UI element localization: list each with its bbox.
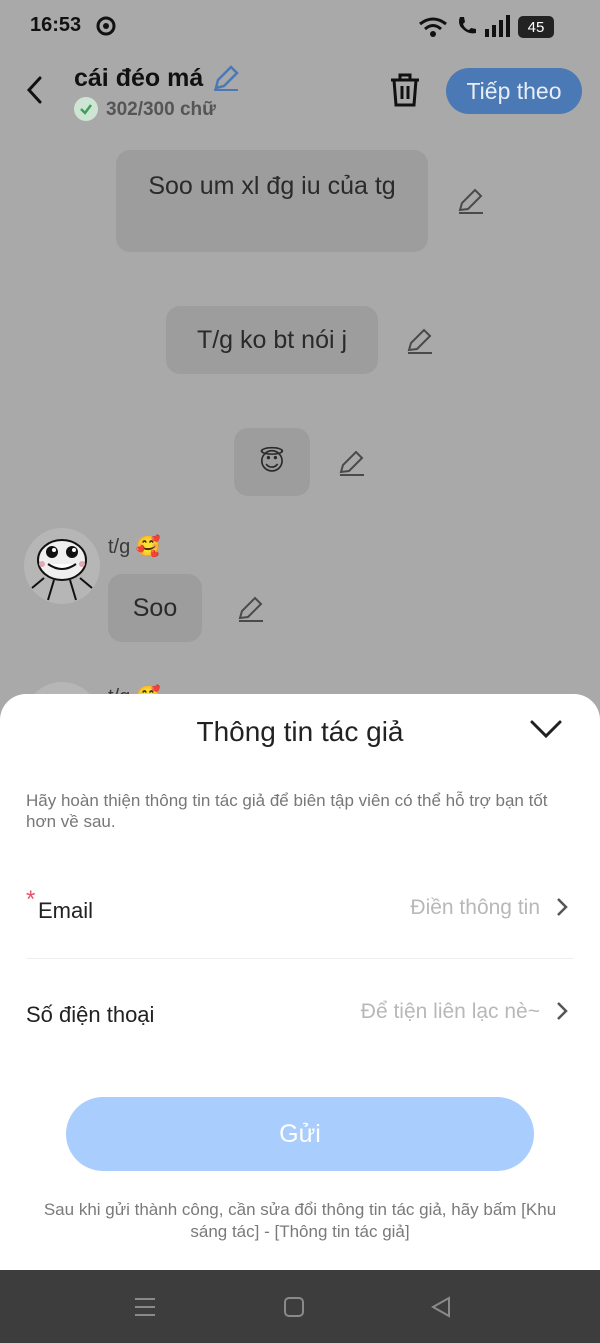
trash-icon[interactable] — [388, 72, 422, 108]
message-text: Soo — [132, 593, 178, 622]
divider — [26, 958, 574, 959]
edit-message-icon[interactable] — [236, 594, 266, 624]
menu-icon[interactable] — [134, 1296, 156, 1318]
story-title[interactable]: cái đéo má — [74, 64, 203, 93]
home-icon[interactable] — [283, 1296, 305, 1318]
back-nav-icon[interactable] — [430, 1296, 452, 1318]
email-label: Email — [38, 898, 94, 923]
required-mark: * — [26, 886, 36, 913]
email-placeholder[interactable]: Điền thông tin — [410, 896, 540, 920]
chevron-right-icon — [557, 898, 568, 916]
message-text: Soo um xl đg iu của tg — [148, 172, 396, 200]
author-name: t/g 🥰 — [108, 536, 161, 558]
edit-message-icon[interactable] — [337, 448, 367, 478]
back-icon[interactable] — [22, 72, 52, 108]
message-bubble[interactable]: 😇 — [234, 428, 310, 496]
check-icon — [74, 97, 98, 121]
sheet-hint: Hãy hoàn thiện thông tin tác giả để biên… — [26, 791, 548, 831]
word-count: 302/300 chữ — [106, 99, 216, 120]
wifi-icon — [419, 17, 447, 37]
edit-message-icon[interactable] — [456, 186, 486, 216]
story-title-text: cái đéo má — [74, 64, 204, 92]
sheet-title: Thông tin tác giả — [196, 716, 404, 747]
message-bubble[interactable]: T/g ko bt nói j — [166, 306, 378, 374]
phone-placeholder[interactable]: Để tiện liên lạc nè~ — [361, 1000, 540, 1024]
status-time: 16:53 — [30, 14, 82, 36]
signal-icon — [485, 15, 510, 37]
email-row[interactable]: * Email Điền thông tin — [26, 880, 574, 940]
battery-level: 45 — [527, 18, 545, 36]
sheet-footnote: Sau khi gửi thành công, cần sửa đổi thôn… — [43, 1200, 557, 1241]
wifi-call-icon — [459, 17, 476, 34]
chevron-right-icon — [557, 1002, 568, 1020]
app-notification-icon — [96, 16, 116, 36]
phone-label: Số điện thoại — [26, 1002, 155, 1027]
next-button[interactable]: Tiếp theo — [446, 68, 582, 114]
avatar[interactable] — [24, 528, 100, 604]
chevron-down-icon[interactable] — [528, 716, 564, 744]
system-nav-bar — [0, 1270, 600, 1343]
message-bubble[interactable]: Soo — [108, 574, 202, 642]
edit-message-icon[interactable] — [405, 326, 435, 356]
message-bubble[interactable]: Soo um xl đg iu của tg — [116, 150, 428, 252]
status-bar: 16:53 45 — [0, 0, 600, 56]
message-text: T/g ko bt nói j — [196, 325, 348, 354]
battery-icon: 45 — [518, 16, 554, 38]
phone-row[interactable]: Số điện thoại Để tiện liên lạc nè~ — [26, 988, 574, 1042]
edit-title-icon[interactable] — [212, 64, 240, 92]
message-emoji: 😇 — [258, 448, 286, 476]
send-button[interactable]: Gửi — [66, 1097, 534, 1171]
author-info-sheet — [0, 694, 600, 1270]
